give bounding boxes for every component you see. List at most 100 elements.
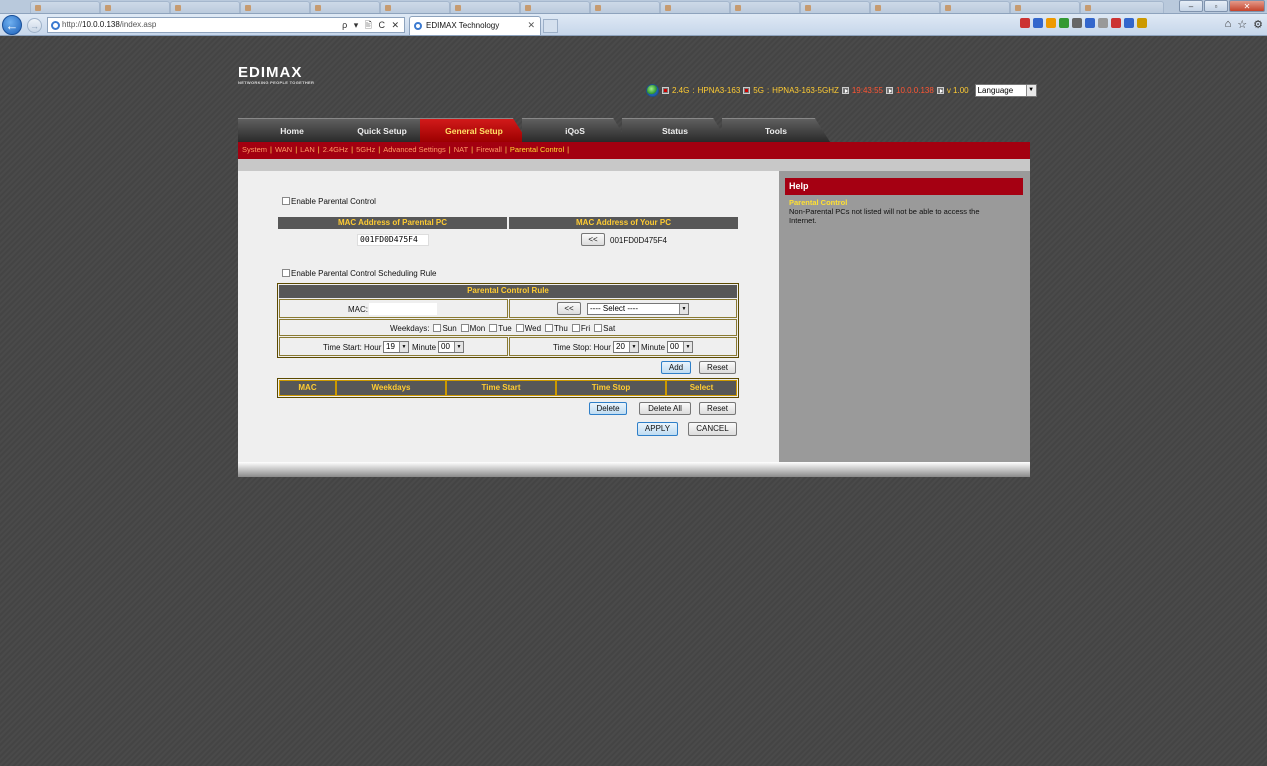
day-checkbox[interactable] [489, 324, 498, 332]
background-tab[interactable] [1080, 1, 1164, 13]
close-tab-icon[interactable]: ✕ [527, 17, 535, 34]
language-select[interactable]: Language ▼ [974, 83, 1037, 97]
stop-minute-label: Minute [641, 343, 666, 352]
logo-text: EDIMAX [238, 64, 303, 81]
help-text: Non-Parental PCs not listed will not be … [789, 207, 980, 225]
subnav-24ghz[interactable]: 2.4GHz [323, 145, 348, 154]
rule-mac-input[interactable] [369, 303, 437, 315]
back-button[interactable]: ← [2, 15, 22, 35]
day-checkbox[interactable] [594, 324, 603, 332]
maximize-button[interactable]: ▫ [1204, 0, 1228, 12]
day-checkbox[interactable] [571, 324, 580, 332]
apply-button[interactable]: APPLY [637, 422, 678, 436]
toolbar-icon[interactable] [1137, 18, 1147, 28]
enable-scheduling-checkbox[interactable] [282, 269, 290, 277]
toolbar-icon[interactable] [1124, 18, 1134, 28]
day-label: Fri [580, 324, 591, 333]
subnav-nat[interactable]: NAT [454, 145, 468, 154]
background-tab[interactable] [940, 1, 1010, 13]
arrow-square-icon [841, 86, 849, 94]
sep: | [317, 145, 320, 154]
toolbar-icon[interactable] [1111, 18, 1121, 28]
settings-gear-icon[interactable]: ⚙ [1253, 18, 1263, 31]
sep: | [378, 145, 381, 154]
browser-navbar: ← → http://10.0.0.138/index.asp ρ ▾ 🖹 C … [0, 14, 1267, 36]
enable-parental-control-label: Enable Parental Control [291, 197, 376, 206]
delete-button[interactable]: Delete [589, 402, 627, 415]
background-tab[interactable] [590, 1, 660, 13]
day-sat: Sat [594, 324, 615, 333]
browser-right-icons: ⌂ ☆ ⚙ [1225, 18, 1263, 31]
tab-iqos[interactable]: iQoS [522, 118, 628, 142]
tab-status[interactable]: Status [622, 118, 728, 142]
background-tab[interactable] [660, 1, 730, 13]
mac-select-dropdown[interactable]: ---- Select ---- ▼ [587, 303, 689, 315]
toolbar-icon[interactable] [1059, 18, 1069, 28]
day-label: Sun [442, 324, 457, 333]
subnav-parental-control[interactable]: Parental Control [510, 145, 564, 154]
start-minute-select[interactable]: 00 ▼ [438, 341, 464, 353]
enable-scheduling-label: Enable Parental Control Scheduling Rule [291, 269, 437, 278]
subnav-firewall[interactable]: Firewall [476, 145, 502, 154]
day-checkbox[interactable] [545, 324, 554, 332]
background-tab[interactable] [380, 1, 450, 13]
add-button[interactable]: Add [661, 361, 691, 374]
browser-tab-strip: – ▫ ✕ [0, 0, 1267, 14]
background-tab[interactable] [100, 1, 170, 13]
background-tab[interactable] [1010, 1, 1080, 13]
stop-minute-select[interactable]: 00 ▼ [667, 341, 693, 353]
toolbar-icon[interactable] [1085, 18, 1095, 28]
favorites-star-icon[interactable]: ☆ [1237, 18, 1247, 31]
enable-parental-control-checkbox[interactable] [282, 197, 290, 205]
subnav-advanced-settings[interactable]: Advanced Settings [383, 145, 446, 154]
active-browser-tab[interactable]: EDIMAX Technology ✕ [409, 16, 541, 35]
delete-all-button[interactable]: Delete All [639, 402, 691, 415]
copy-mac-rule-button[interactable]: << [557, 302, 581, 315]
toolbar-icon[interactable] [1072, 18, 1082, 28]
home-icon[interactable]: ⌂ [1225, 18, 1232, 31]
tab-general-setup[interactable]: General Setup [420, 118, 528, 142]
status-time: 19:43:55 [851, 85, 883, 95]
day-checkbox[interactable] [515, 324, 524, 332]
address-bar[interactable]: http://10.0.0.138/index.asp ρ ▾ 🖹 C ✕ [47, 17, 405, 33]
minimize-button[interactable]: – [1179, 0, 1203, 12]
start-hour-select[interactable]: 19 ▼ [383, 341, 409, 353]
time-stop-label: Time Stop: Hour [553, 343, 611, 352]
firmware-version: v 1.00 [946, 85, 969, 95]
subnav-lan[interactable]: LAN [300, 145, 315, 154]
toolbar-icon[interactable] [1098, 18, 1108, 28]
copy-mac-button[interactable]: << [581, 233, 605, 246]
background-tab[interactable] [870, 1, 940, 13]
toolbar-icon[interactable] [1020, 18, 1030, 28]
router-status-bar: 2.4G : HPNA3-163 5G : HPNA3-163-5GHZ 19:… [646, 83, 1037, 97]
toolbar-icon[interactable] [1046, 18, 1056, 28]
subnav-5ghz[interactable]: 5GHz [356, 145, 375, 154]
chevron-down-icon: ▼ [683, 342, 692, 352]
reset-rule-button[interactable]: Reset [699, 361, 736, 374]
toolbar-icon[interactable] [1033, 18, 1043, 28]
day-checkbox[interactable] [433, 324, 442, 332]
background-tab[interactable] [800, 1, 870, 13]
background-tab[interactable] [30, 1, 100, 13]
background-tab[interactable] [310, 1, 380, 13]
address-tools-icons[interactable]: ρ ▾ 🖹 C ✕ [342, 18, 401, 32]
chevron-down-icon: ▼ [679, 304, 688, 314]
stop-hour-select[interactable]: 20 ▼ [613, 341, 639, 353]
background-tab[interactable] [520, 1, 590, 13]
day-checkbox[interactable] [460, 324, 469, 332]
background-tab[interactable] [730, 1, 800, 13]
weekdays-label: Weekdays: [390, 324, 430, 333]
forward-button[interactable]: → [27, 18, 42, 33]
new-tab-button[interactable] [543, 19, 558, 33]
reset-list-button[interactable]: Reset [699, 402, 736, 415]
tab-tools[interactable]: Tools [722, 118, 830, 142]
mac-parental-field[interactable]: 001FD0D475F4 [357, 234, 429, 246]
background-tab[interactable] [450, 1, 520, 13]
background-tab[interactable] [170, 1, 240, 13]
day-mon: Mon [460, 324, 485, 333]
background-tab[interactable] [240, 1, 310, 13]
subnav-wan[interactable]: WAN [275, 145, 292, 154]
subnav-system[interactable]: System [242, 145, 267, 154]
cancel-button[interactable]: CANCEL [688, 422, 737, 436]
close-window-button[interactable]: ✕ [1229, 0, 1265, 12]
